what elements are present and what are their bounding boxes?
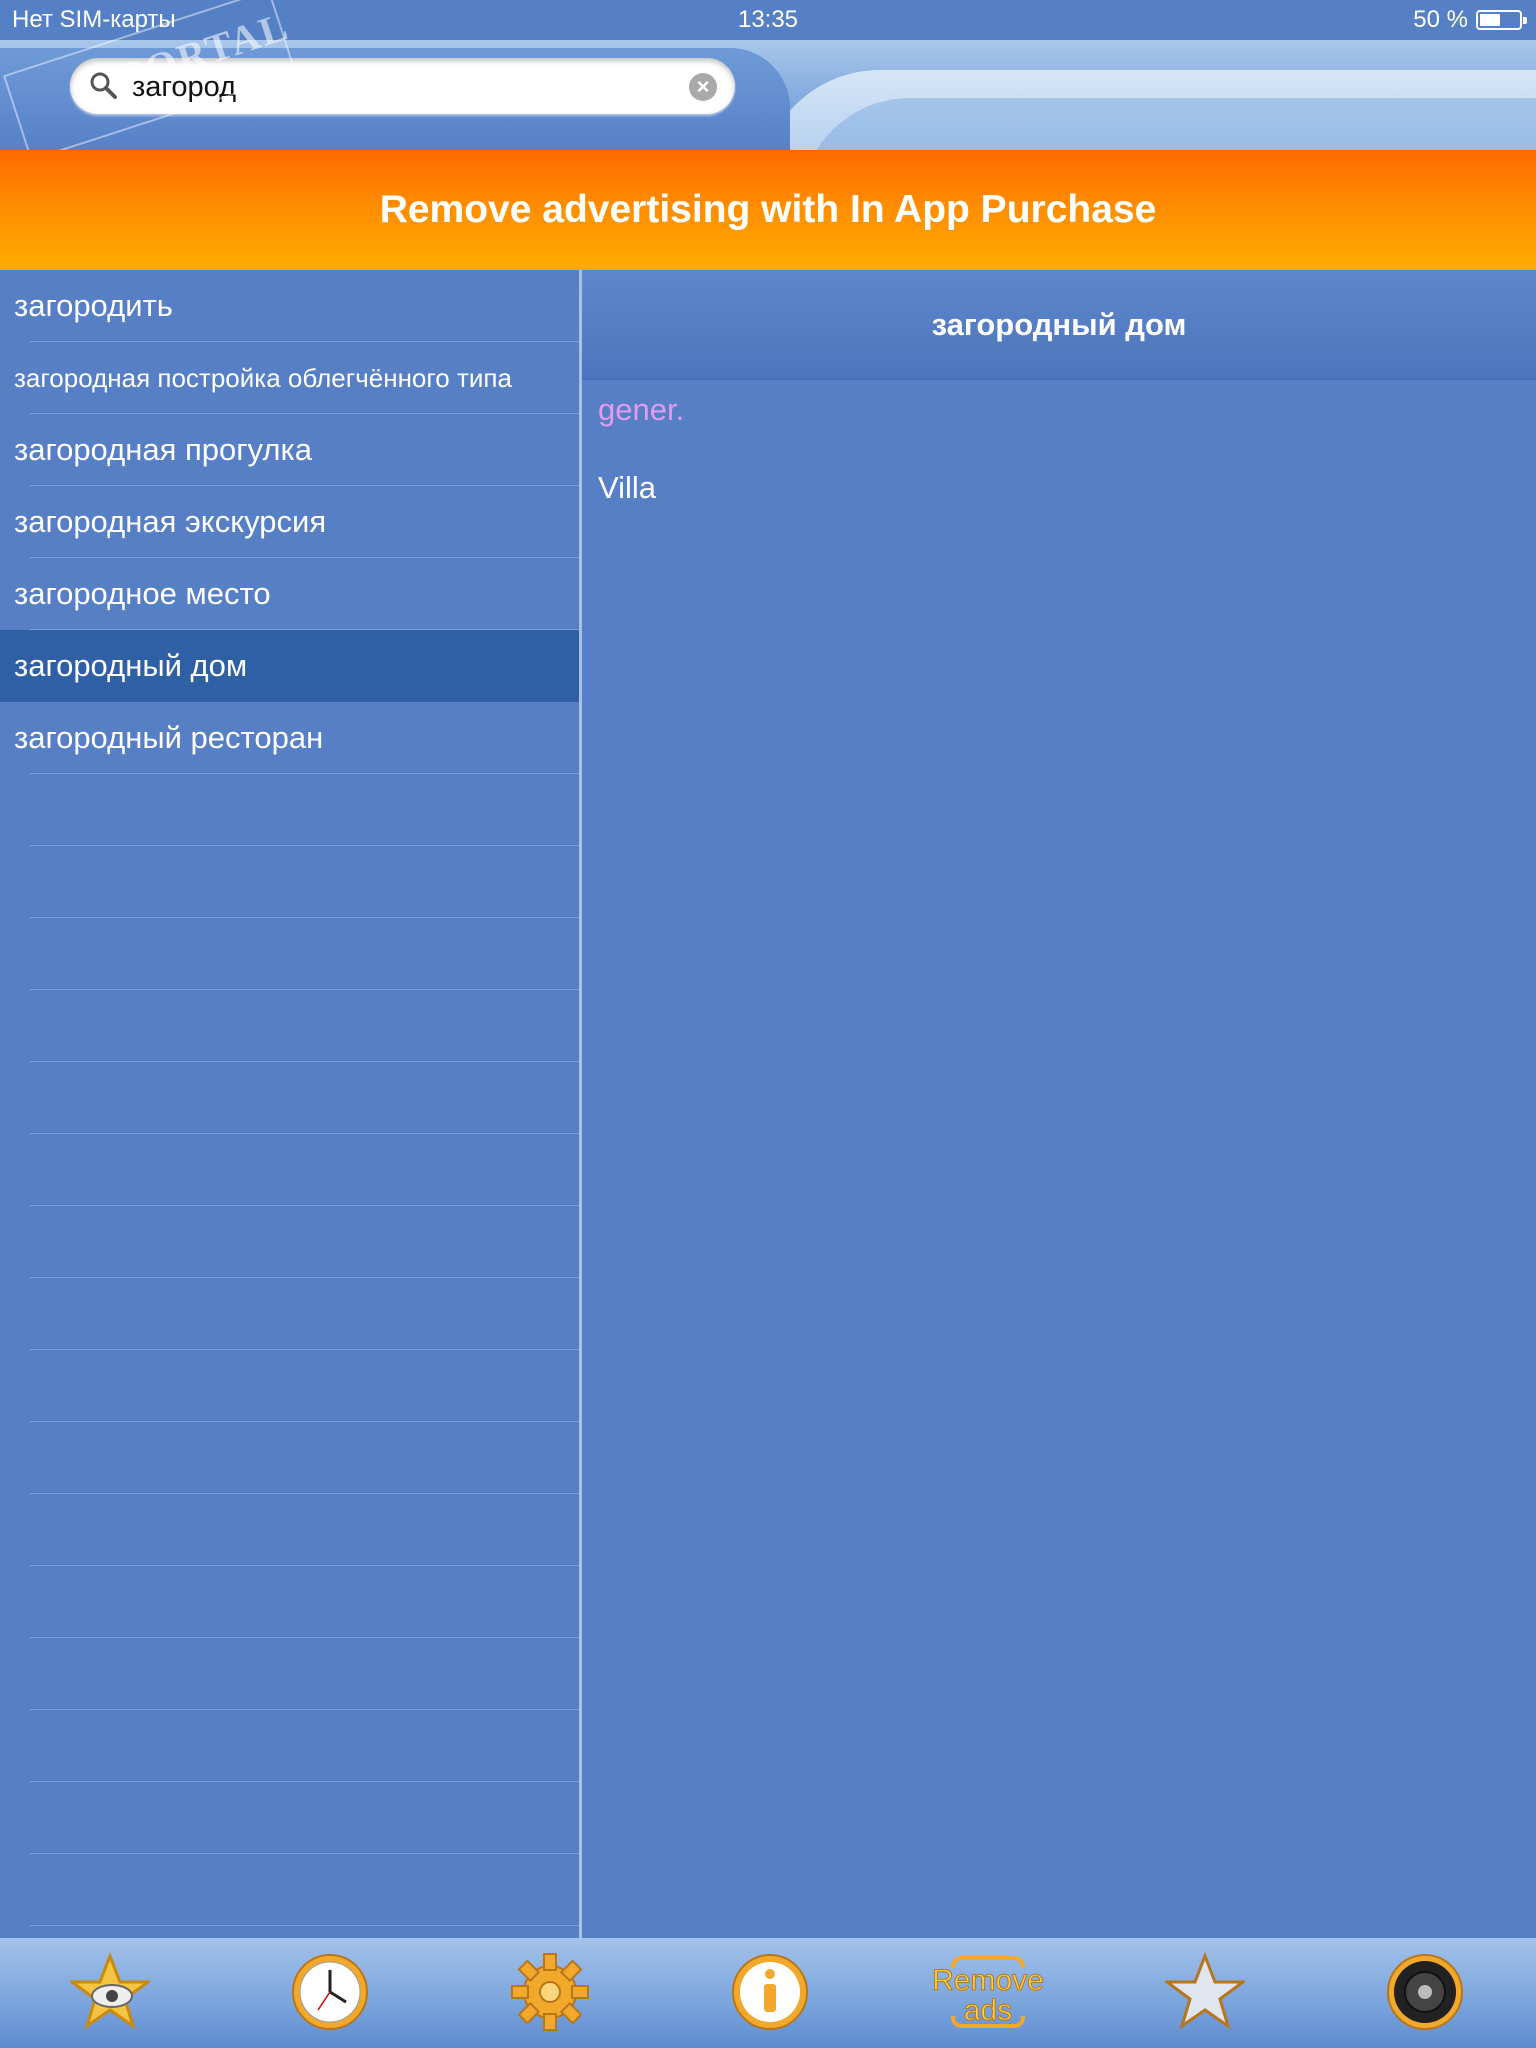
empty-row-separator: [30, 917, 579, 918]
list-item[interactable]: загородный ресторан: [0, 702, 579, 774]
empty-row-separator: [30, 1205, 579, 1206]
list-item[interactable]: загородить: [0, 270, 579, 342]
empty-row-separator: [30, 1493, 579, 1494]
info-icon: [732, 1954, 808, 2030]
remove-ads-line2: ads: [964, 1994, 1012, 2027]
remove-ads-icon: Remove ads: [932, 1956, 1044, 2028]
empty-row-separator: [30, 1277, 579, 1278]
list-item[interactable]: загородная постройка облегчённого типа: [0, 342, 579, 414]
empty-row-separator: [30, 1853, 579, 1854]
star-icon: [1165, 1952, 1245, 2030]
list-item-label: загородная экскурсия: [14, 504, 327, 539]
battery-percent: 50 %: [1413, 6, 1468, 33]
list-item-label: загородить: [14, 288, 173, 323]
empty-row-separator: [30, 1709, 579, 1710]
entry-headword: загородный дом: [582, 270, 1536, 380]
battery-icon: [1476, 10, 1527, 30]
tab-sound[interactable]: [1365, 1938, 1485, 2048]
list-item[interactable]: загородное место: [0, 558, 579, 630]
star-eye-icon: [70, 1952, 150, 2030]
empty-row-separator: [30, 1637, 579, 1638]
list-item-label: загородная прогулка: [14, 432, 312, 467]
entry-detail: загородный дом gener. Villa: [582, 270, 1536, 1938]
list-item-label: загородный ресторан: [14, 720, 324, 755]
translation-text: Villa: [598, 470, 657, 505]
bottom-tabbar: Remove ads: [0, 1938, 1536, 2048]
list-item-selected[interactable]: загородный дом: [0, 630, 579, 702]
empty-row-separator: [30, 1061, 579, 1062]
empty-row-separator: [30, 845, 579, 846]
tab-history[interactable]: [270, 1938, 390, 2048]
list-item-label: загородная постройка облегчённого типа: [14, 363, 512, 393]
list-item-label: загородное место: [14, 576, 271, 611]
clear-search-icon[interactable]: ×: [689, 73, 717, 101]
empty-row-separator: [30, 1133, 579, 1134]
tab-bookmarks[interactable]: [1145, 1938, 1265, 2048]
empty-row-separator: [30, 989, 579, 990]
list-item[interactable]: загородная прогулка: [0, 414, 579, 486]
gear-icon: [511, 1953, 589, 2031]
speaker-icon: [1387, 1954, 1463, 2030]
tab-settings[interactable]: [490, 1938, 610, 2048]
list-item[interactable]: загородная экскурсия: [0, 486, 579, 558]
remove-ads-banner[interactable]: Remove advertising with In App Purchase: [0, 150, 1536, 270]
tab-favorites-view[interactable]: [50, 1938, 170, 2048]
empty-row-separator: [30, 1421, 579, 1422]
toolbar-decoration-2: [800, 98, 1536, 150]
remove-ads-line1: Remove: [932, 1964, 1044, 1997]
tab-info[interactable]: [710, 1938, 830, 2048]
empty-row-separator: [30, 1349, 579, 1350]
tab-remove-ads[interactable]: Remove ads: [920, 1938, 1060, 2048]
part-of-speech-label: gener.: [598, 392, 685, 427]
empty-row-separator: [30, 1781, 579, 1782]
empty-row-separator: [30, 1925, 579, 1926]
list-item-label: загородный дом: [14, 648, 248, 683]
results-list[interactable]: загородить загородная постройка облегчён…: [0, 270, 579, 1938]
clock-icon: [292, 1954, 368, 2030]
empty-row-separator: [30, 1565, 579, 1566]
